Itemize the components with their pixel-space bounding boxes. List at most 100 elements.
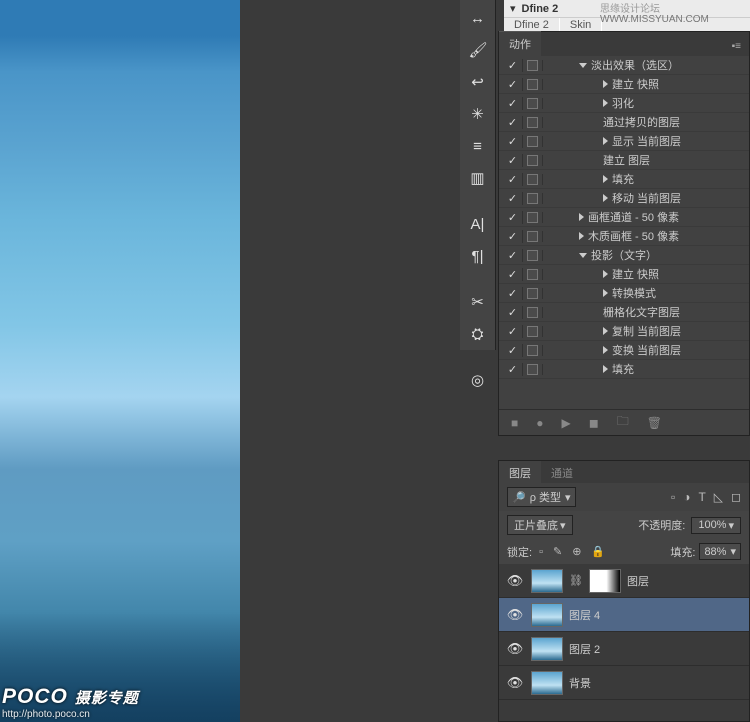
gear-icon[interactable]: ⛭ [469,326,487,344]
action-dialog-toggle[interactable] [523,345,543,356]
action-row[interactable]: ✓复制 当前图层 [499,322,749,341]
document-image[interactable]: POCO 摄影专题 http://photo.poco.cn [0,0,240,722]
lock-image-icon[interactable]: ✎ [550,545,565,558]
visibility-toggle-icon[interactable]: 👁 [505,641,525,657]
chevron-right-icon[interactable] [603,194,608,202]
layer-kind-select[interactable]: 🔎 ρ 类型 ▾ [507,487,576,507]
action-dialog-toggle[interactable] [523,155,543,166]
action-row[interactable]: ✓填充 [499,360,749,379]
layer-thumbnail[interactable] [531,603,563,627]
layer-name[interactable]: 图层 [627,573,743,589]
action-row[interactable]: ✓建立 快照 [499,75,749,94]
action-row[interactable]: ✓通过拷贝的图层 [499,113,749,132]
layer-name[interactable]: 背景 [569,675,743,691]
move-tool-icon[interactable]: ↔ [469,10,487,28]
chevron-down-icon[interactable]: ▾ [510,2,516,15]
smart-filter-icon[interactable]: ◻ [731,490,741,504]
chevron-right-icon[interactable] [603,365,608,373]
action-row[interactable]: ✓变换 当前图层 [499,341,749,360]
action-dialog-toggle[interactable] [523,231,543,242]
action-row[interactable]: ✓栅格化文字图层 [499,303,749,322]
layer-row[interactable]: 👁 背景 [499,666,749,700]
action-toggle-check[interactable]: ✓ [503,268,523,281]
lock-all-icon[interactable]: 🔒 [588,545,608,558]
action-row[interactable]: ✓羽化 [499,94,749,113]
adjustment-filter-icon[interactable]: ◑ [683,490,690,504]
action-dialog-toggle[interactable] [523,174,543,185]
action-dialog-toggle[interactable] [523,326,543,337]
action-row[interactable]: ✓转换模式 [499,284,749,303]
trash-icon[interactable]: 🗑 [647,416,662,430]
opacity-field[interactable]: 100% ▾ [691,517,741,534]
action-toggle-check[interactable]: ✓ [503,344,523,357]
action-dialog-toggle[interactable] [523,136,543,147]
group-icon[interactable]: ▥ [469,170,487,188]
link-icon[interactable]: ⛓ [569,574,583,587]
action-row[interactable]: ✓填充 [499,170,749,189]
action-row[interactable]: ✓投影（文字） [499,246,749,265]
action-toggle-check[interactable]: ✓ [503,173,523,186]
visibility-toggle-icon[interactable]: 👁 [505,573,525,589]
align-icon[interactable]: ≡ [469,138,487,156]
mask-thumbnail[interactable] [589,569,621,593]
chevron-down-icon[interactable] [579,253,587,258]
action-row[interactable]: ✓淡出效果（选区） [499,56,749,75]
chevron-right-icon[interactable] [603,327,608,335]
action-toggle-check[interactable]: ✓ [503,78,523,91]
channels-tab[interactable]: 通道 [541,461,583,483]
action-toggle-check[interactable]: ✓ [503,287,523,300]
wrench-icon[interactable]: ✂ [469,294,487,312]
action-dialog-toggle[interactable] [523,117,543,128]
chevron-down-icon[interactable] [579,63,587,68]
brush-tool-icon[interactable]: 🖌 [469,42,487,60]
action-toggle-check[interactable]: ✓ [503,192,523,205]
actions-tab[interactable]: 动作 [499,31,541,56]
layer-row[interactable]: 👁图层 2 [499,632,749,666]
layers-tab[interactable]: 图层 [499,461,541,483]
lock-position-icon[interactable]: ⊕ [569,545,584,558]
actions-panel-menu-icon[interactable]: ▪≡ [724,37,749,56]
action-row[interactable]: ✓建立 图层 [499,151,749,170]
visibility-toggle-icon[interactable]: 👁 [505,675,525,691]
paragraph-panel-icon[interactable]: ¶| [469,248,487,266]
history-brush-icon[interactable]: ↩ [469,74,487,92]
layer-thumbnail[interactable] [531,569,563,593]
ship-wheel-icon[interactable]: ✳ [469,106,487,124]
layer-row[interactable]: 👁 ⛓ 图层 [499,564,749,598]
action-toggle-check[interactable]: ✓ [503,97,523,110]
action-dialog-toggle[interactable] [523,60,543,71]
lock-transparent-icon[interactable]: ▫ [536,546,546,558]
blend-mode-select[interactable]: 正片叠底 ▾ [507,515,573,535]
pixel-filter-icon[interactable]: ▫ [671,490,675,504]
action-toggle-check[interactable]: ✓ [503,59,523,72]
action-dialog-toggle[interactable] [523,212,543,223]
action-dialog-toggle[interactable] [523,98,543,109]
action-toggle-check[interactable]: ✓ [503,306,523,319]
play-icon[interactable]: ▶ [562,416,571,430]
action-row[interactable]: ✓建立 快照 [499,265,749,284]
chevron-right-icon[interactable] [579,213,584,221]
action-dialog-toggle[interactable] [523,193,543,204]
action-toggle-check[interactable]: ✓ [503,230,523,243]
visibility-toggle-icon[interactable]: 👁 [505,607,525,623]
record-icon[interactable]: ● [536,416,543,430]
action-toggle-check[interactable]: ✓ [503,249,523,262]
chevron-right-icon[interactable] [603,137,608,145]
layer-thumbnail[interactable] [531,671,563,695]
action-dialog-toggle[interactable] [523,307,543,318]
dfine2-tab-2[interactable]: Skin [560,18,602,32]
stop-icon[interactable]: ■ [511,416,518,430]
fill-field[interactable]: 88% ▾ [699,543,741,560]
action-dialog-toggle[interactable] [523,288,543,299]
dfine2-tab-1[interactable]: Dfine 2 [504,18,560,32]
action-toggle-check[interactable]: ✓ [503,211,523,224]
action-row[interactable]: ✓木质画框 - 50 像素 [499,227,749,246]
chevron-right-icon[interactable] [603,346,608,354]
action-row[interactable]: ✓显示 当前图层 [499,132,749,151]
new-action-icon[interactable]: 🗀 [617,412,629,433]
new-set-icon[interactable]: ◼ [589,416,599,430]
character-panel-icon[interactable]: A| [469,216,487,234]
action-toggle-check[interactable]: ✓ [503,154,523,167]
action-dialog-toggle[interactable] [523,269,543,280]
type-filter-icon[interactable]: T [698,490,705,504]
